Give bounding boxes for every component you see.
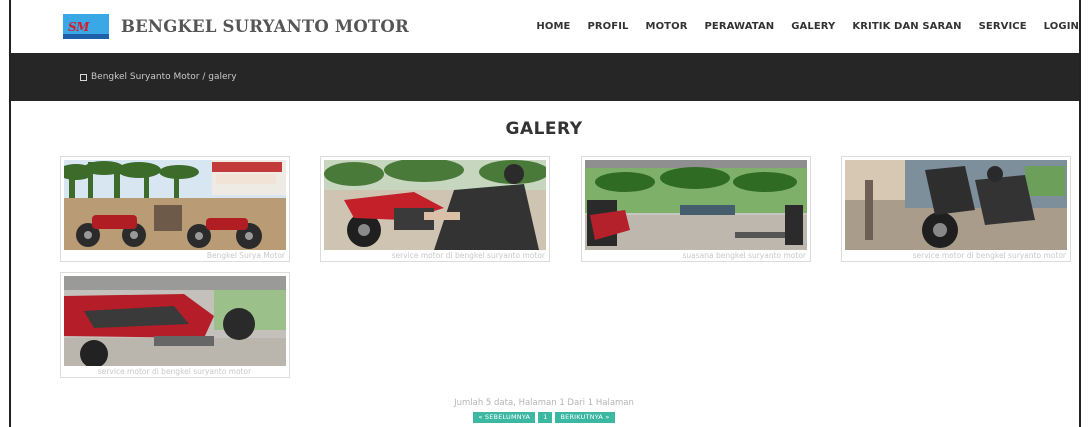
- pagination-info: Jumlah 5 data, Halaman 1 Dari 1 Halaman: [454, 398, 634, 408]
- main-menu: HOME PROFIL MOTOR PERAWATAN GALERY KRITI…: [536, 0, 1079, 53]
- gallery-item[interactable]: service motor di bengkel suryanto motor: [60, 272, 290, 378]
- next-page-button[interactable]: BERIKUTNYA »: [555, 412, 615, 423]
- navbar: SM BENGKEL SURYANTO MOTOR HOME PROFIL MO…: [11, 0, 1079, 53]
- pagination: « SEBELUMNYA 1 BERIKUTNYA »: [0, 412, 1088, 423]
- logo-stripe: [63, 34, 109, 39]
- gallery-caption: service motor di bengkel suryanto motor: [97, 367, 252, 376]
- logo-text: SM: [68, 20, 89, 34]
- gallery-photo[interactable]: [64, 160, 286, 250]
- nav-kritik-dan-saran[interactable]: KRITIK DAN SARAN: [852, 21, 961, 32]
- gallery-item[interactable]: service motor di bengkel suryanto motor: [320, 156, 550, 262]
- gallery-photo[interactable]: [64, 276, 286, 366]
- brand[interactable]: SM BENGKEL SURYANTO MOTOR: [63, 14, 409, 39]
- gallery-photo[interactable]: [324, 160, 546, 250]
- gallery-caption: service motor di bengkel suryanto motor: [912, 251, 1066, 260]
- nav-profil[interactable]: PROFIL: [587, 21, 628, 32]
- gallery-caption: service motor di bengkel suryanto motor: [391, 251, 545, 260]
- nav-home[interactable]: HOME: [536, 21, 570, 32]
- gallery-photo[interactable]: [585, 160, 807, 250]
- gallery-item[interactable]: suasana bengkel suryanto motor: [581, 156, 811, 262]
- gallery-caption: suasana bengkel suryanto motor: [682, 251, 807, 260]
- gallery-item[interactable]: service motor di bengkel suryanto motor: [841, 156, 1071, 262]
- nav-service[interactable]: SERVICE: [979, 21, 1027, 32]
- gallery-caption: Bengkel Surya Motor: [206, 251, 285, 260]
- page-1-button[interactable]: 1: [538, 412, 553, 423]
- gallery-item[interactable]: Bengkel Surya Motor: [60, 156, 290, 262]
- window-border-right: [1079, 0, 1081, 427]
- nav-motor[interactable]: MOTOR: [646, 21, 688, 32]
- home-icon[interactable]: [80, 73, 87, 81]
- logo-icon[interactable]: SM: [63, 14, 109, 39]
- site-title[interactable]: BENGKEL SURYANTO MOTOR: [121, 17, 409, 36]
- prev-page-button[interactable]: « SEBELUMNYA: [473, 412, 536, 423]
- breadcrumb: Bengkel Suryanto Motor / galery: [80, 72, 237, 82]
- nav-galery[interactable]: GALERY: [791, 21, 835, 32]
- page-title: GALERY: [505, 119, 583, 139]
- nav-login[interactable]: LOGIN: [1044, 21, 1079, 32]
- gallery-photo[interactable]: [845, 160, 1067, 250]
- breadcrumb-banner: Bengkel Suryanto Motor / galery: [11, 53, 1079, 101]
- breadcrumb-text[interactable]: Bengkel Suryanto Motor / galery: [91, 72, 237, 82]
- nav-perawatan[interactable]: PERAWATAN: [705, 21, 775, 32]
